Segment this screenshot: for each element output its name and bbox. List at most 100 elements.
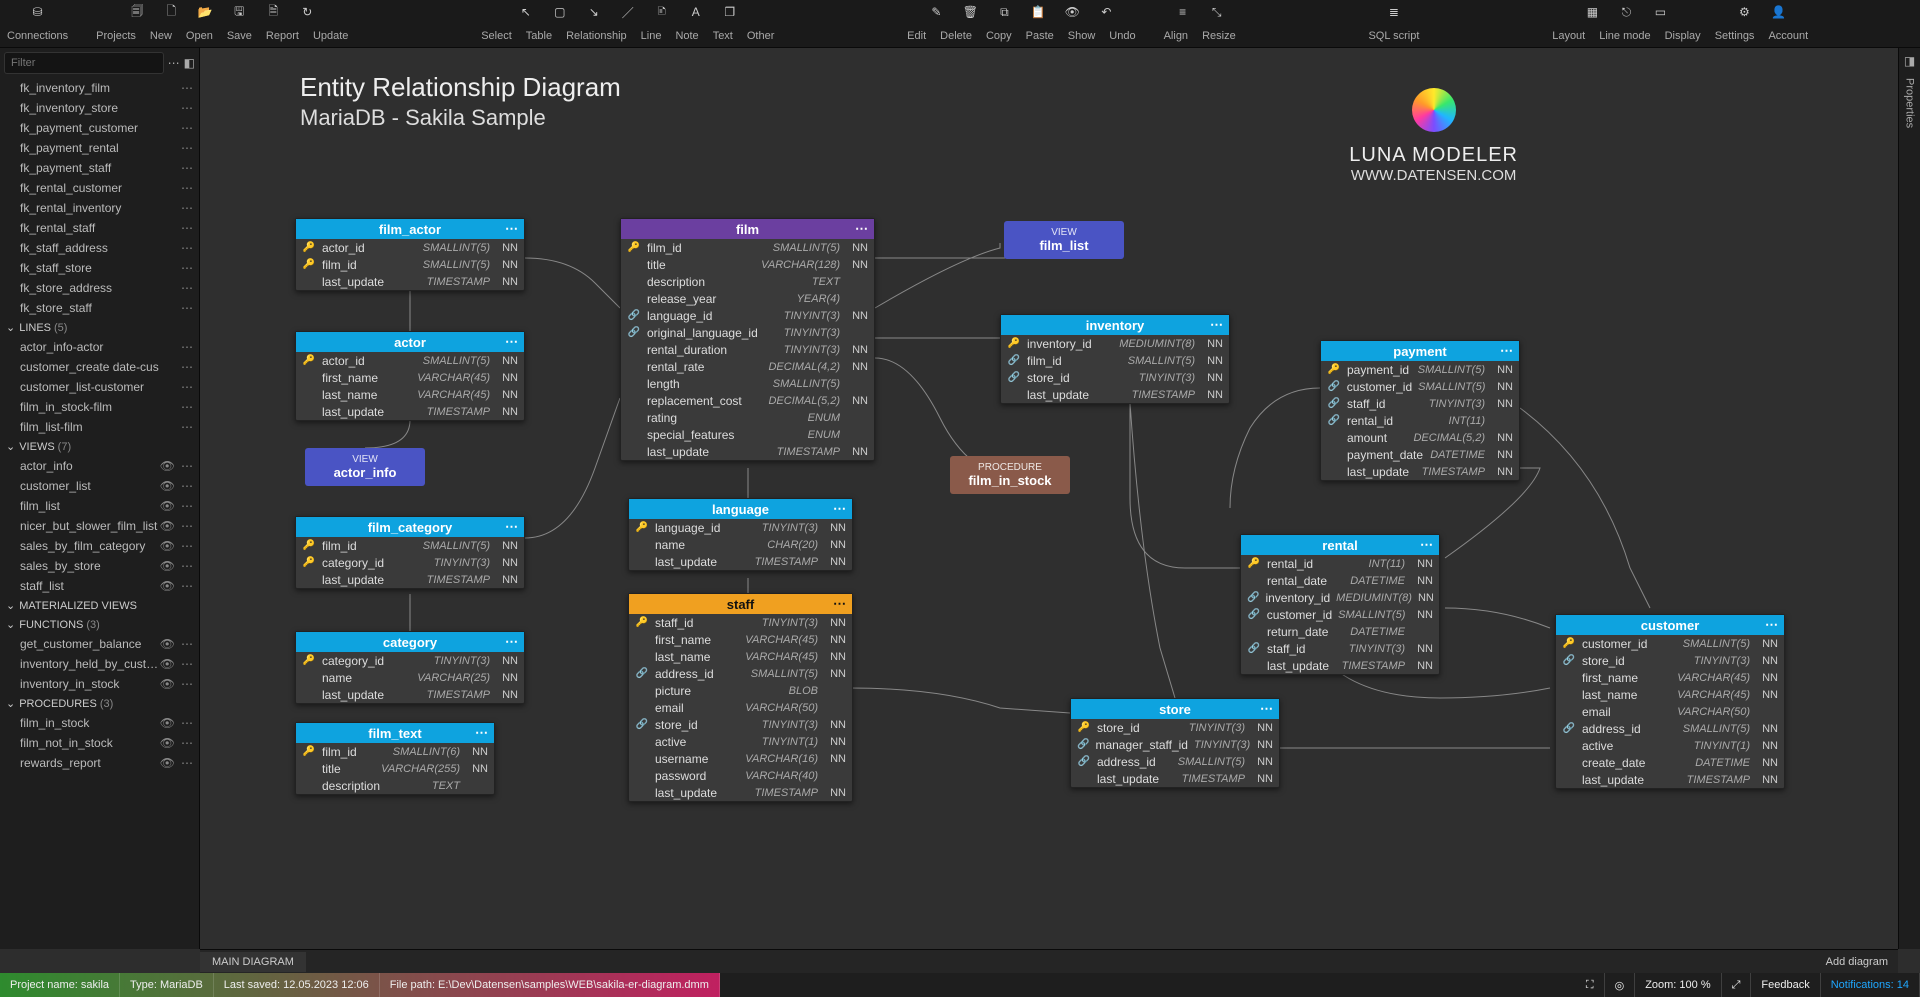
table-column[interactable]: last_nameVARCHAR(45)NN [1556,686,1784,703]
toolbar-table[interactable]: Table [519,30,559,42]
table-column[interactable]: return_dateDATETIME [1241,623,1439,640]
tree-item[interactable]: film_list👁⋯ [0,496,199,516]
tree-item[interactable]: rewards_report👁⋯ [0,753,199,773]
gear-icon[interactable]: ⚙ [1727,0,1761,24]
table-menu-icon[interactable]: ⋯ [855,221,868,237]
refresh-icon[interactable]: ↻ [290,0,324,24]
resize-icon[interactable]: ⤡ [1200,0,1234,24]
table-column[interactable]: 🔗store_idTINYINT(3)NN [629,716,852,733]
item-menu-icon[interactable]: ⋯ [181,380,193,394]
tree-section-views[interactable]: ⌄VIEWS (7) [0,437,199,456]
table-category[interactable]: category⋯🔑category_idTINYINT(3)NNnameVAR… [295,631,525,704]
visibility-icon[interactable]: 👁 [160,716,175,730]
table-menu-icon[interactable]: ⋯ [505,334,518,350]
database-icon[interactable]: ⛁ [21,0,55,24]
view-box-film_in_stock[interactable]: PROCEDUREfilm_in_stock [950,456,1070,494]
item-menu-icon[interactable]: ⋯ [181,499,193,513]
toolbar-open[interactable]: Open [179,30,220,42]
table-column[interactable]: create_dateDATETIMENN [1556,754,1784,771]
status-zoom[interactable]: Zoom: 100 % [1635,973,1721,997]
table-column[interactable]: payment_dateDATETIMENN [1321,446,1519,463]
table-language[interactable]: language⋯🔑language_idTINYINT(3)NNnameCHA… [628,498,853,571]
item-menu-icon[interactable]: ⋯ [181,181,193,195]
item-menu-icon[interactable]: ⋯ [181,539,193,553]
table-staff[interactable]: staff⋯🔑staff_idTINYINT(3)NNfirst_nameVAR… [628,593,853,802]
toolbar-save[interactable]: Save [220,30,259,42]
tab-main-diagram[interactable]: MAIN DIAGRAM [200,952,306,972]
table-column[interactable]: first_nameVARCHAR(45)NN [296,369,524,386]
tree-item[interactable]: fk_payment_customer⋯ [0,118,199,138]
toolbar-show[interactable]: Show [1061,30,1103,42]
toolbar-other[interactable]: Other [740,30,782,42]
tree-item[interactable]: fk_store_staff⋯ [0,298,199,318]
paste-icon[interactable]: 📋 [1021,0,1055,24]
files-icon[interactable]: 🗐 [120,0,154,24]
view-box-film_list[interactable]: VIEWfilm_list [1004,221,1124,259]
table-column[interactable]: 🔗address_idSMALLINT(5)NN [1556,720,1784,737]
table-column[interactable]: nameCHAR(20)NN [629,536,852,553]
toolbar-edit[interactable]: Edit [900,30,933,42]
table-menu-icon[interactable]: ⋯ [505,634,518,650]
item-menu-icon[interactable]: ⋯ [181,716,193,730]
toolbar-delete[interactable]: Delete [933,30,979,42]
tree-item[interactable]: film_in_stock-film⋯ [0,397,199,417]
toolbar-paste[interactable]: Paste [1019,30,1061,42]
item-menu-icon[interactable]: ⋯ [181,81,193,95]
tree-item[interactable]: fk_store_address⋯ [0,278,199,298]
table-column[interactable]: 🔗language_idTINYINT(3)NN [621,307,874,324]
table-actor[interactable]: actor⋯🔑actor_idSMALLINT(5)NNfirst_nameVA… [295,331,525,421]
toolbar-layout[interactable]: Layout [1545,30,1592,42]
table-column[interactable]: 🔑category_idTINYINT(3)NN [296,652,524,669]
tree-section-lines[interactable]: ⌄LINES (5) [0,318,199,337]
save-icon[interactable]: 🖫 [222,0,256,24]
table-inventory[interactable]: inventory⋯🔑inventory_idMEDIUMINT(8)NN🔗fi… [1000,314,1230,404]
table-column[interactable]: 🔗address_idSMALLINT(5)NN [1071,753,1279,770]
table-column[interactable]: emailVARCHAR(50) [629,699,852,716]
diagram-canvas[interactable]: Entity Relationship Diagram MariaDB - Sa… [200,48,1898,949]
table-column[interactable]: usernameVARCHAR(16)NN [629,750,852,767]
tree-item[interactable]: fk_staff_store⋯ [0,258,199,278]
toolbar-line[interactable]: Line [634,30,669,42]
status-center-icon[interactable]: ◎ [1605,973,1636,997]
user-icon[interactable]: 👤 [1761,0,1795,24]
toolbar-line-mode[interactable]: Line mode [1592,30,1657,42]
tree-item[interactable]: actor_info👁⋯ [0,456,199,476]
table-column[interactable]: 🔑category_idTINYINT(3)NN [296,554,524,571]
display-icon[interactable]: ▭ [1643,0,1677,24]
table-rental[interactable]: rental⋯🔑rental_idINT(11)NNrental_dateDAT… [1240,534,1440,675]
edit-icon[interactable]: ✎ [919,0,953,24]
item-menu-icon[interactable]: ⋯ [181,579,193,593]
item-menu-icon[interactable]: ⋯ [181,281,193,295]
tree-item[interactable]: fk_inventory_film⋯ [0,78,199,98]
table-payment[interactable]: payment⋯🔑payment_idSMALLINT(5)NN🔗custome… [1320,340,1520,481]
table-column[interactable]: last_nameVARCHAR(45)NN [296,386,524,403]
toolbar-resize[interactable]: Resize [1195,30,1243,42]
table-column[interactable]: last_nameVARCHAR(45)NN [629,648,852,665]
tree-item[interactable]: fk_payment_rental⋯ [0,138,199,158]
item-menu-icon[interactable]: ⋯ [181,400,193,414]
table-column[interactable]: last_updateTIMESTAMPNN [296,686,524,703]
table-column[interactable]: 🔑film_idSMALLINT(5)NN [296,256,524,273]
table-column[interactable]: first_nameVARCHAR(45)NN [1556,669,1784,686]
visibility-icon[interactable]: 👁 [160,539,175,553]
item-menu-icon[interactable]: ⋯ [181,637,193,651]
visibility-icon[interactable]: 👁 [160,637,175,651]
panel-icon[interactable]: ◨ [1904,54,1915,68]
item-menu-icon[interactable]: ⋯ [181,241,193,255]
status-notifications[interactable]: Notifications: 14 [1821,973,1920,997]
visibility-icon[interactable]: 👁 [160,499,175,513]
item-menu-icon[interactable]: ⋯ [181,221,193,235]
table-column[interactable]: pictureBLOB [629,682,852,699]
toolbar-settings[interactable]: Settings [1708,30,1762,42]
table-column[interactable]: last_updateTIMESTAMPNN [1556,771,1784,788]
linemode-icon[interactable]: ⎋ [1609,0,1643,24]
table-column[interactable]: last_updateTIMESTAMPNN [296,273,524,290]
table-column[interactable]: last_updateTIMESTAMPNN [1001,386,1229,403]
item-menu-icon[interactable]: ⋯ [181,559,193,573]
tree-item[interactable]: fk_payment_staff⋯ [0,158,199,178]
tree-item[interactable]: nicer_but_slower_film_list👁⋯ [0,516,199,536]
item-menu-icon[interactable]: ⋯ [181,756,193,770]
table-column[interactable]: 🔑film_idSMALLINT(5)NN [621,239,874,256]
toolbar-select[interactable]: Select [474,30,519,42]
table-column[interactable]: last_updateTIMESTAMPNN [1241,657,1439,674]
